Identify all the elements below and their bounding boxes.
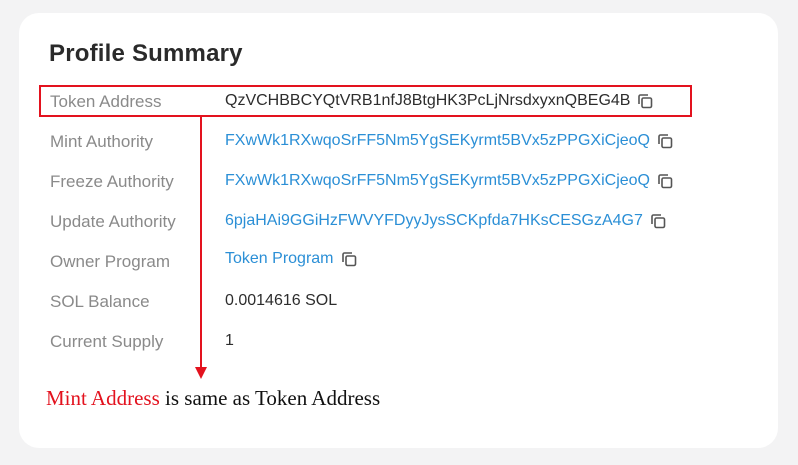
sol-balance-value: 0.0014616 SOL [225, 292, 337, 310]
current-supply-value: 1 [225, 332, 234, 350]
row-label: Owner Program [50, 252, 170, 271]
row-value[interactable]: FXwWk1RXwqoSrFF5Nm5YgSEKyrmt5BVx5zPPGXiC… [225, 132, 650, 150]
row-value: 0.0014616 SOL [225, 292, 338, 309]
copy-icon[interactable] [656, 132, 674, 150]
row-label: SOL Balance [50, 292, 150, 311]
row-value[interactable]: FXwWk1RXwqoSrFF5Nm5YgSEKyrmt5BVx5zPPGXiC… [225, 172, 650, 190]
mint-authority-value[interactable]: FXwWk1RXwqoSrFF5Nm5YgSEKyrmt5BVx5zPPGXiC… [225, 132, 674, 150]
row-label: Current Supply [50, 332, 164, 351]
row-label: Mint Authority [50, 132, 153, 151]
row-value[interactable]: 6pjaHAi9GGiHzFWVYFDyyJysSCKpfda7HKsCESGz… [225, 212, 643, 230]
owner-program-value[interactable]: Token Program [225, 250, 358, 268]
copy-icon[interactable] [656, 172, 674, 190]
copy-icon[interactable] [649, 212, 667, 230]
annotation-arrow-line [200, 117, 202, 370]
annotation-rest: is same as Token Address [159, 386, 381, 410]
row-label: Update Authority [50, 212, 176, 231]
copy-icon[interactable] [340, 250, 358, 268]
annotation-highlight: Mint Address [46, 386, 160, 410]
update-authority-value[interactable]: 6pjaHAi9GGiHzFWVYFDyyJysSCKpfda7HKsCESGz… [225, 212, 667, 230]
annotation-arrow-head [195, 367, 207, 379]
row-value[interactable]: Token Program [225, 250, 334, 268]
token-address-highlight-box [39, 85, 692, 117]
annotation-text: Mint Address is same as Token Address [46, 386, 380, 411]
row-value: 1 [225, 332, 234, 349]
freeze-authority-value[interactable]: FXwWk1RXwqoSrFF5Nm5YgSEKyrmt5BVx5zPPGXiC… [225, 172, 674, 190]
page-title: Profile Summary [49, 40, 243, 67]
row-label: Freeze Authority [50, 172, 174, 191]
